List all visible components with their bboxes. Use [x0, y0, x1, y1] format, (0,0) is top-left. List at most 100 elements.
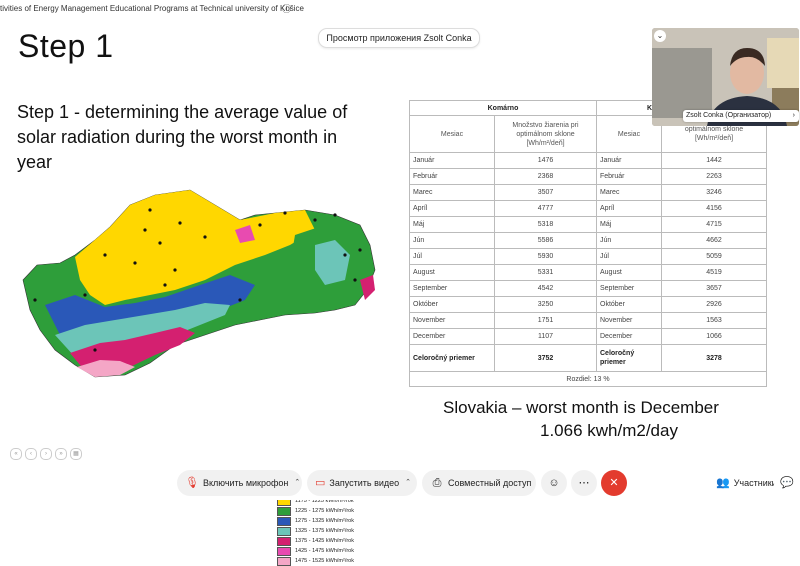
participant-name-tag: Zsolt Conka (Организатор) ›: [683, 110, 799, 122]
screen-share-banner[interactable]: Просмотр приложения Zsolt Conka: [318, 28, 480, 48]
month-cell: Február: [409, 168, 495, 185]
table-row: Apríl 4777 Apríl 4156: [409, 200, 767, 217]
legend-item: 1275 - 1325 kWh/m²/rok: [277, 516, 354, 526]
value-cell: 5586: [494, 232, 597, 249]
value-cell: 1442: [661, 152, 767, 169]
month-cell: Máj: [596, 216, 662, 233]
value-cell: 5331: [494, 264, 597, 281]
value-cell: 5930: [494, 248, 597, 265]
end-call-icon[interactable]: ✕: [601, 470, 627, 496]
video-button[interactable]: ▭ Запустить видео ⌃: [307, 470, 417, 496]
meeting-title-bar: tivities of Energy Management Educationa…: [0, 0, 800, 18]
slide-title: Step 1: [18, 28, 114, 64]
value-cell: 4715: [661, 216, 767, 233]
col-month-1: Mesiac: [409, 115, 495, 153]
chevron-up-icon[interactable]: ⌃: [294, 470, 300, 496]
legend-swatch: [277, 536, 291, 546]
month-cell: August: [409, 264, 495, 281]
month-cell: Jún: [409, 232, 495, 249]
avg-value-2: 3278: [661, 344, 767, 372]
legend-label: 1325 - 1375 kWh/m²/rok: [295, 528, 354, 534]
pager-next-icon[interactable]: ›: [40, 448, 52, 460]
value-cell: 4519: [661, 264, 767, 281]
pager-last-icon[interactable]: »: [55, 448, 67, 460]
solar-radiation-map: 1175 - 1225 kWh/m²/rok 1225 - 1275 kWh/m²…: [15, 185, 385, 566]
month-cell: Júl: [409, 248, 495, 265]
meeting-title: tivities of Energy Management Educationa…: [0, 4, 305, 13]
chat-icon[interactable]: 💬: [774, 470, 800, 496]
value-cell: 2368: [494, 168, 597, 185]
reactions-icon[interactable]: ☺: [541, 470, 567, 496]
legend-label: 1375 - 1425 kWh/m²/rok: [295, 538, 354, 544]
month-cell: November: [596, 312, 662, 329]
info-icon[interactable]: ⓘ: [282, 0, 291, 18]
month-cell: Máj: [409, 216, 495, 233]
table-row: Jún 5586 Jún 4662: [409, 232, 767, 249]
share-screen-icon: ⎙: [432, 477, 442, 489]
value-cell: 1563: [661, 312, 767, 329]
legend-swatch: [277, 506, 291, 516]
month-cell: Október: [596, 296, 662, 313]
table-row: Marec 3507 Marec 3246: [409, 184, 767, 201]
month-cell: Júl: [596, 248, 662, 265]
legend-item: 1375 - 1425 kWh/m²/rok: [277, 536, 354, 546]
value-cell: 5059: [661, 248, 767, 265]
table-row: August 5331 August 4519: [409, 264, 767, 281]
value-cell: 3246: [661, 184, 767, 201]
value-cell: 4777: [494, 200, 597, 217]
month-cell: Október: [409, 296, 495, 313]
avg-label-1: Celoročný priemer: [409, 344, 495, 372]
microphone-button[interactable]: 🎙 Включить микрофон ⌃: [177, 470, 302, 496]
table-row: Október 3250 Október 2926: [409, 296, 767, 313]
legend-item: 1475 - 1525 kWh/m²/rok: [277, 556, 354, 566]
value-cell: 1476: [494, 152, 597, 169]
video-label: Запустить видео: [329, 478, 400, 488]
microphone-off-icon: 🎙: [185, 477, 199, 489]
month-cell: Jún: [596, 232, 662, 249]
microphone-label: Включить микрофон: [202, 478, 289, 488]
month-cell: August: [596, 264, 662, 281]
value-cell: 2926: [661, 296, 767, 313]
participants-button[interactable]: 👥 Участники: [708, 470, 777, 496]
pager-prev-icon[interactable]: ‹: [25, 448, 37, 460]
legend-swatch: [277, 546, 291, 556]
legend-label: 1225 - 1275 kWh/m²/rok: [295, 508, 354, 514]
legend-label: 1425 - 1475 kWh/m²/rok: [295, 548, 354, 554]
value-cell: 2263: [661, 168, 767, 185]
legend-item: 1425 - 1475 kWh/m²/rok: [277, 546, 354, 556]
legend-swatch: [277, 556, 291, 566]
difference-cell: Rozdiel: 13 %: [409, 371, 767, 387]
table-row: Január 1476 Január 1442: [409, 152, 767, 169]
map-legend: 1175 - 1225 kWh/m²/rok 1225 - 1275 kWh/m²…: [277, 496, 354, 566]
share-button[interactable]: ⎙ Совместный доступ: [422, 470, 536, 496]
pager-grid-icon[interactable]: ▦: [70, 448, 82, 460]
more-options-icon[interactable]: ⋯: [571, 470, 597, 496]
radiation-table: Komárno Kys Mesiac Množstvo žiarenia pri…: [409, 100, 767, 387]
meeting-toolbar: 🎙 Включить микрофон ⌃ ▭ Запустить видео …: [0, 466, 800, 500]
legend-label: 1275 - 1325 kWh/m²/rok: [295, 518, 354, 524]
chevron-down-icon[interactable]: ⌄: [654, 30, 666, 42]
participants-icon: 👥: [716, 477, 730, 489]
legend-swatch: [277, 516, 291, 526]
table-row: Máj 5318 Máj 4715: [409, 216, 767, 233]
value-cell: 1751: [494, 312, 597, 329]
month-cell: November: [409, 312, 495, 329]
month-cell: December: [409, 328, 495, 345]
legend-label: 1475 - 1525 kWh/m²/rok: [295, 558, 354, 564]
chevron-right-icon[interactable]: ›: [793, 110, 795, 122]
month-cell: Január: [409, 152, 495, 169]
participants-label: Участники: [733, 478, 777, 488]
participant-name: Zsolt Conka (Организатор): [686, 112, 772, 119]
avg-value-1: 3752: [494, 344, 597, 372]
pager-first-icon[interactable]: «: [10, 448, 22, 460]
table-row: September 4542 September 3657: [409, 280, 767, 297]
col-value-1: Množstvo žiarenia pri optimálnom sklone …: [494, 115, 597, 153]
value-cell: 4156: [661, 200, 767, 217]
legend-item: 1225 - 1275 kWh/m²/rok: [277, 506, 354, 516]
chevron-up-icon[interactable]: ⌃: [405, 470, 411, 496]
table-row: Júl 5930 Júl 5059: [409, 248, 767, 265]
camera-off-icon: ▭: [315, 477, 326, 489]
value-cell: 5318: [494, 216, 597, 233]
month-cell: Marec: [409, 184, 495, 201]
slide-pager[interactable]: « ‹ › » ▦: [10, 448, 82, 460]
